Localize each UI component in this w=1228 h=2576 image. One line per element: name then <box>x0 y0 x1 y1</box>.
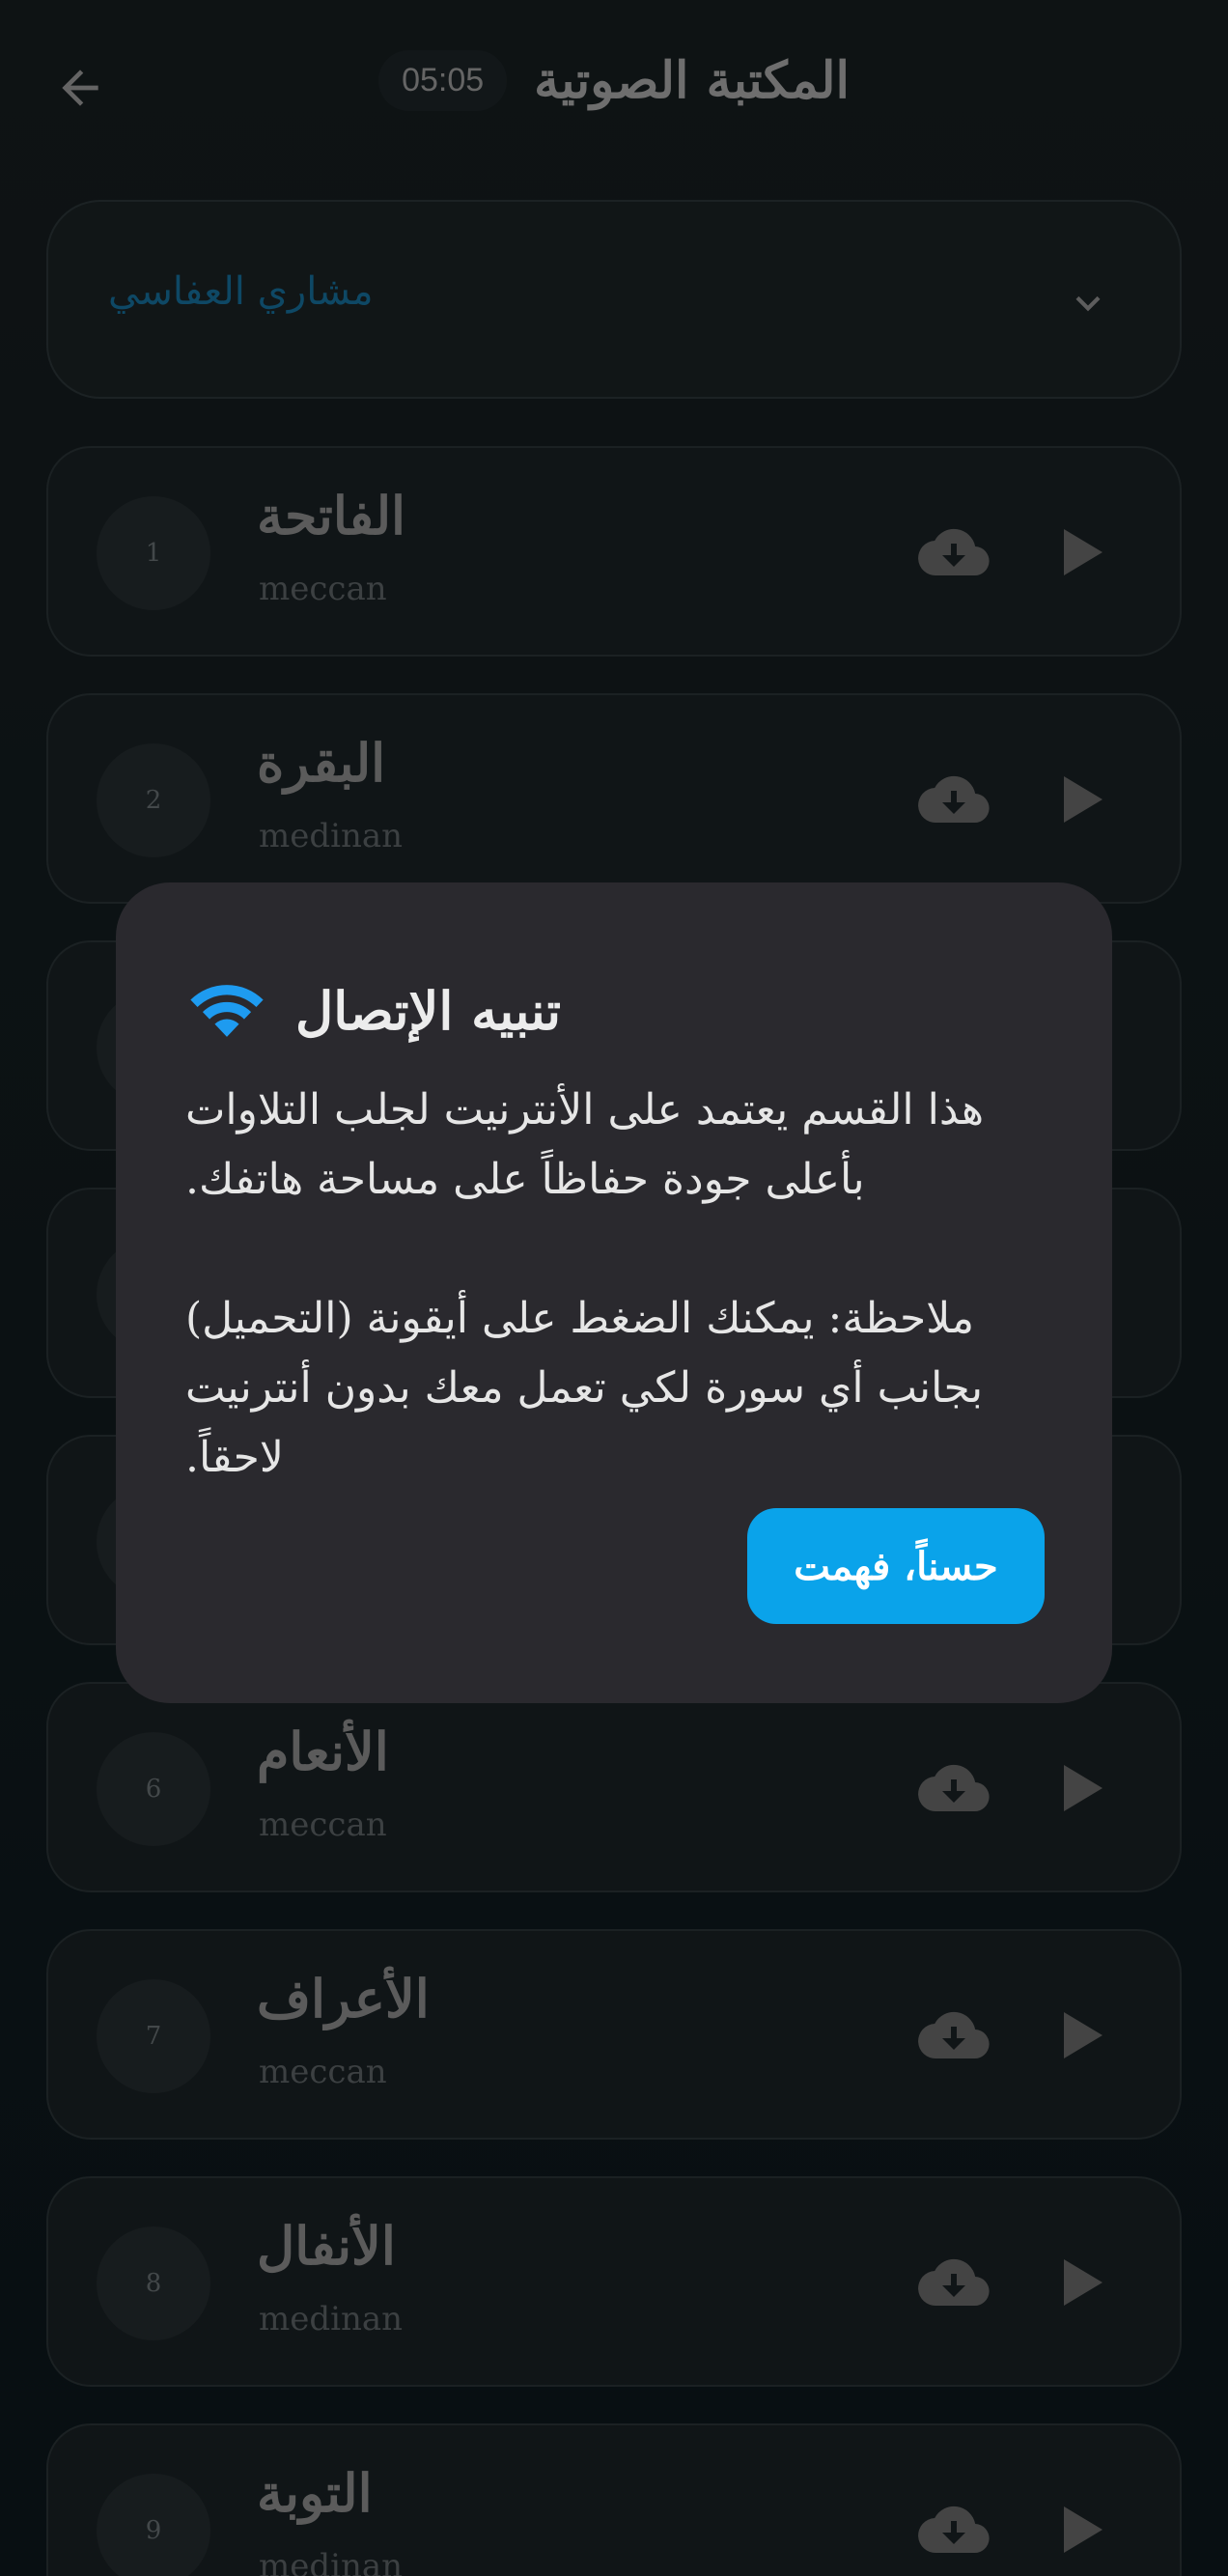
audio-library-screen: 05:05 المكتبة الصوتية مشاري العفاسي 1 ال… <box>0 0 1228 2576</box>
dialog-title: تنبيه الإتصال <box>295 980 562 1042</box>
dialog-paragraph: ملاحظة: يمكنك الضغط على أيقونة (التحميل)… <box>185 1294 984 1482</box>
dialog-body: هذا القسم يعتمد على الأنترنيت لجلب التلا… <box>185 1076 1093 1562</box>
ok-button[interactable]: حسناً، فهمت <box>747 1508 1045 1624</box>
connection-alert-dialog: تنبيه الإتصال هذا القسم يعتمد على الأنتر… <box>116 882 1112 1703</box>
dialog-header: تنبيه الإتصال <box>185 969 561 1052</box>
dialog-paragraph: هذا القسم يعتمد على الأنترنيت لجلب التلا… <box>185 1085 985 1204</box>
wifi-icon <box>190 985 264 1037</box>
